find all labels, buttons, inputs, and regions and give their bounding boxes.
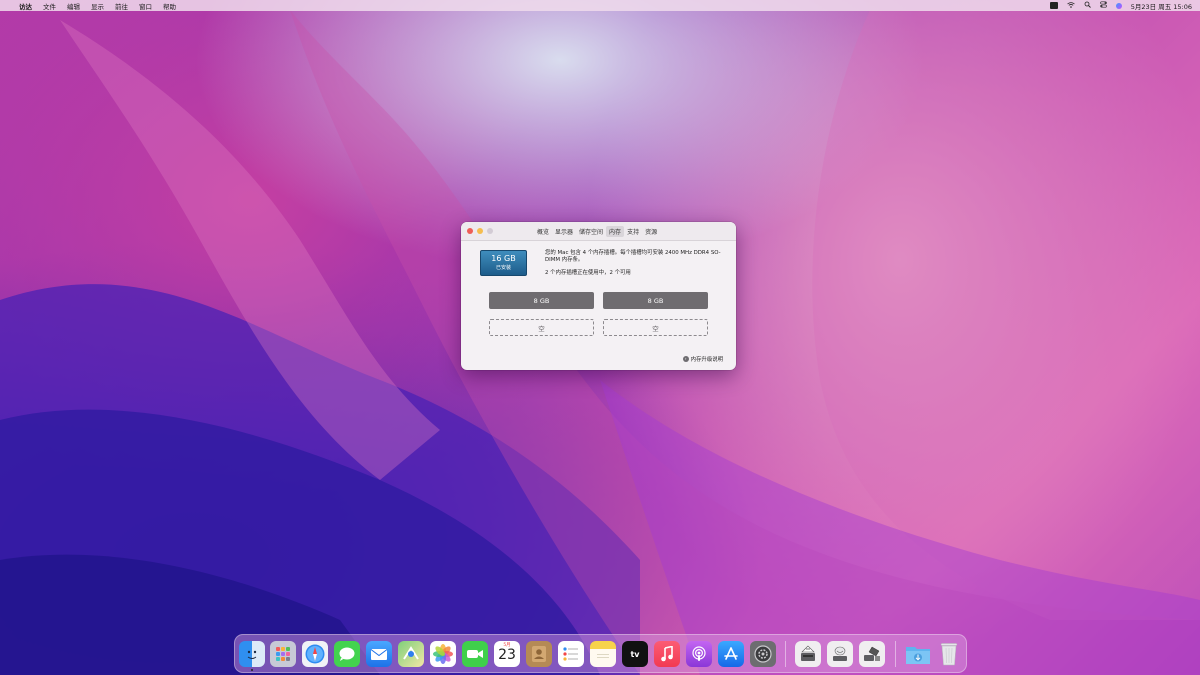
notes-icon[interactable]: [590, 641, 616, 667]
safari-icon[interactable]: [302, 641, 328, 667]
dock: 5月 23 tv: [234, 634, 967, 673]
menu-edit[interactable]: 编辑: [67, 1, 80, 11]
menu-help[interactable]: 帮助: [163, 1, 176, 11]
help-arrow-icon: ›: [682, 356, 689, 362]
memory-slots-summary: 2 个内存插槽正在使用中，2 个可用: [545, 270, 631, 276]
menu-file[interactable]: 文件: [43, 1, 56, 11]
tab-storage[interactable]: 储存空间: [576, 226, 606, 237]
downloads-icon[interactable]: [905, 641, 931, 667]
window-titlebar[interactable]: 概览 显示器 储存空间 内存 支持 资源: [461, 222, 736, 241]
menu-bar: 访达 文件 编辑 显示 前往 窗口 帮助 5月23日 周五 15:06: [0, 0, 1200, 11]
menu-go[interactable]: 前往: [115, 1, 128, 11]
disk-utility-icon[interactable]: [795, 641, 821, 667]
zoom-window-button-disabled: [487, 228, 493, 234]
memory-slot-3: 空: [489, 319, 594, 336]
wifi-icon[interactable]: [1066, 1, 1075, 10]
installed-memory-size: 16 GB: [491, 254, 516, 263]
dock-separator: [895, 641, 896, 667]
installed-memory-label: 已安装: [495, 265, 511, 271]
migration-icon[interactable]: [827, 641, 853, 667]
boot-camp-icon[interactable]: [859, 641, 885, 667]
memory-slot-1: 8 GB: [489, 292, 594, 309]
finder-icon[interactable]: [239, 641, 265, 667]
tab-overview[interactable]: 概览: [534, 226, 552, 237]
music-icon[interactable]: [654, 641, 680, 667]
memory-slot-4: 空: [603, 319, 708, 336]
control-center-icon[interactable]: [1099, 1, 1107, 10]
minimize-window-button[interactable]: [477, 228, 483, 234]
tab-support[interactable]: 支持: [624, 226, 642, 237]
siri-icon[interactable]: [1115, 2, 1122, 9]
system-preferences-icon[interactable]: [750, 641, 776, 667]
memory-upgrade-help-link[interactable]: › 内存升级说明: [682, 355, 723, 363]
photos-icon[interactable]: [430, 641, 456, 667]
podcasts-icon[interactable]: [686, 641, 712, 667]
appletv-label: tv: [630, 649, 640, 659]
tab-memory[interactable]: 内存: [606, 226, 625, 237]
reminders-icon[interactable]: [558, 641, 584, 667]
menu-app-name[interactable]: 访达: [19, 1, 32, 11]
mail-icon[interactable]: [366, 641, 392, 667]
close-window-button[interactable]: [467, 228, 473, 234]
contacts-icon[interactable]: [526, 641, 552, 667]
tab-service[interactable]: 资源: [642, 226, 660, 237]
menu-view[interactable]: 显示: [91, 1, 104, 11]
appstore-icon[interactable]: [718, 641, 744, 667]
tab-displays[interactable]: 显示器: [552, 226, 576, 237]
spotlight-search-icon[interactable]: [1084, 1, 1091, 10]
tab-bar: 概览 显示器 储存空间 内存 支持 资源: [534, 226, 660, 237]
memory-upgrade-help-label: 内存升级说明: [690, 357, 723, 363]
memory-slot-2: 8 GB: [603, 292, 708, 309]
input-method-icon[interactable]: [1049, 2, 1058, 9]
calendar-icon[interactable]: 5月 23: [494, 641, 520, 667]
calendar-day: 23: [498, 647, 516, 663]
memory-slot-description: 您的 Mac 包含 4 个内存插槽。每个插槽均可安装 2400 MHz DDR4…: [545, 250, 721, 263]
facetime-icon[interactable]: [462, 641, 488, 667]
launchpad-icon[interactable]: [270, 641, 296, 667]
dock-separator: [785, 641, 786, 667]
menu-window[interactable]: 窗口: [139, 1, 152, 11]
maps-icon[interactable]: [398, 641, 424, 667]
menu-clock[interactable]: 5月23日 周五 15:06: [1131, 1, 1192, 11]
appletv-icon[interactable]: tv: [622, 641, 648, 667]
messages-icon[interactable]: [334, 641, 360, 667]
finder-running-indicator: [251, 669, 253, 671]
installed-memory-badge: 16 GB 已安装: [480, 250, 527, 276]
trash-icon[interactable]: [936, 641, 962, 667]
about-this-mac-window: 概览 显示器 储存空间 内存 支持 资源 16 GB 已安装 您的 Mac 包含…: [461, 222, 736, 370]
